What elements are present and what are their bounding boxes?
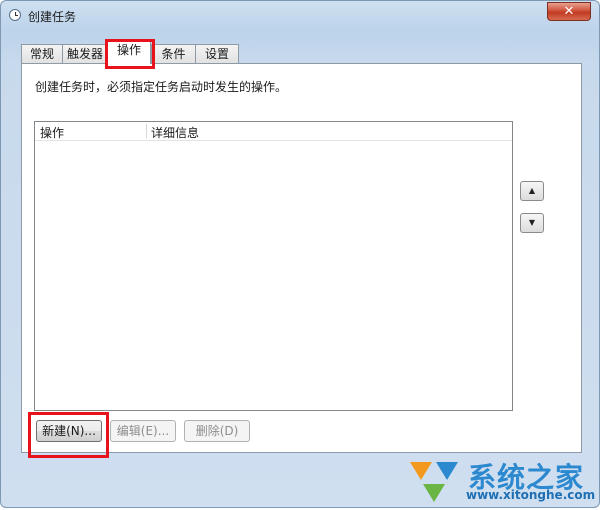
edit-action-button[interactable]: 编辑(E)... [110, 420, 176, 442]
highlight-actions-tab [105, 39, 155, 69]
watermark-logo-icon [410, 462, 458, 502]
tab-conditions[interactable]: 条件 [151, 44, 196, 64]
tab-settings[interactable]: 设置 [195, 44, 239, 64]
list-header: 操作 详细信息 [35, 122, 512, 141]
column-divider[interactable] [146, 124, 147, 138]
task-clock-icon [9, 9, 21, 21]
move-down-button[interactable]: ▼ [520, 213, 544, 233]
arrow-down-icon: ▼ [528, 218, 536, 227]
watermark-url: www.xitonghe.com [466, 488, 596, 502]
site-watermark: 系统之家 www.xitonghe.com [406, 454, 596, 506]
move-up-button[interactable]: ▲ [520, 181, 544, 201]
column-header-action[interactable]: 操作 [40, 124, 64, 141]
window-title: 创建任务 [28, 10, 77, 24]
delete-action-button[interactable]: 删除(D) [184, 420, 250, 442]
tab-general[interactable]: 常规 [21, 44, 63, 64]
close-button[interactable]: ✕ [547, 2, 591, 21]
arrow-up-icon: ▲ [528, 186, 536, 195]
tab-triggers[interactable]: 触发器 [62, 44, 108, 64]
column-header-details[interactable]: 详细信息 [151, 124, 199, 141]
actions-list[interactable]: 操作 详细信息 [34, 121, 513, 411]
actions-description: 创建任务时，必须指定任务启动时发生的操作。 [35, 80, 288, 94]
highlight-new-button [28, 412, 109, 458]
